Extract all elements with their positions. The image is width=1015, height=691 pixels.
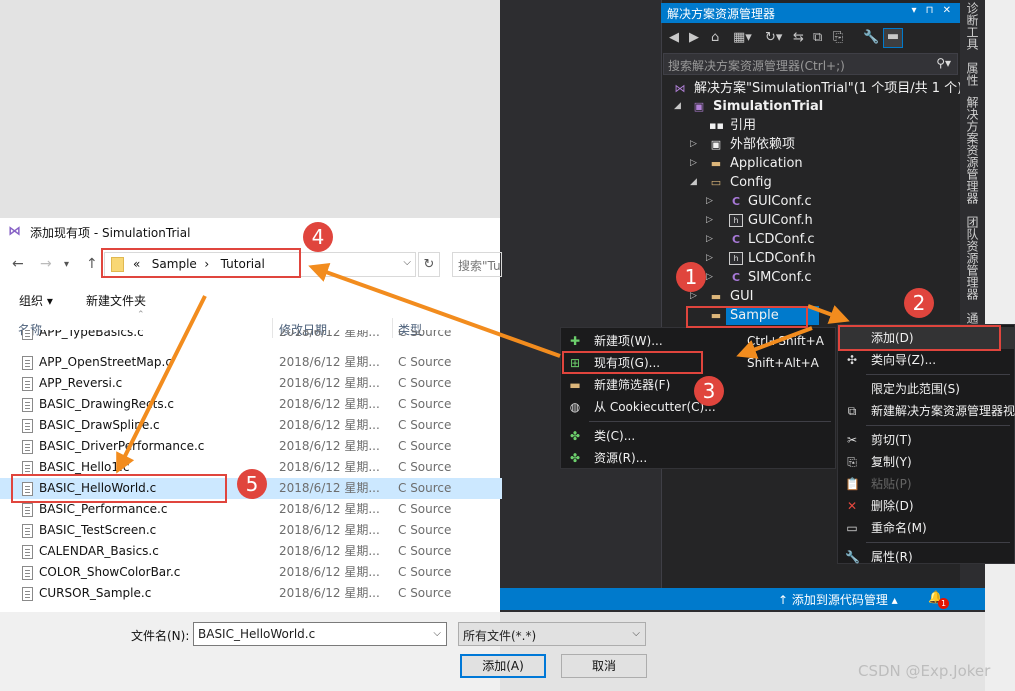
arrow-existing-to-path <box>308 262 561 358</box>
annotation-badge-3: 3 <box>694 376 724 406</box>
annotation-badge-4: 4 <box>303 222 333 252</box>
annotation-badge-2: 2 <box>904 288 934 318</box>
annotation-badge-1: 1 <box>676 262 706 292</box>
arrow-add-to-existing <box>736 326 813 359</box>
annotation-arrows <box>116 262 850 474</box>
watermark: CSDN @Exp.Joker <box>858 662 991 680</box>
arrow-sample-to-add <box>807 304 850 324</box>
annotation-badge-5: 5 <box>237 469 267 499</box>
arrow-path-to-file <box>116 295 207 474</box>
